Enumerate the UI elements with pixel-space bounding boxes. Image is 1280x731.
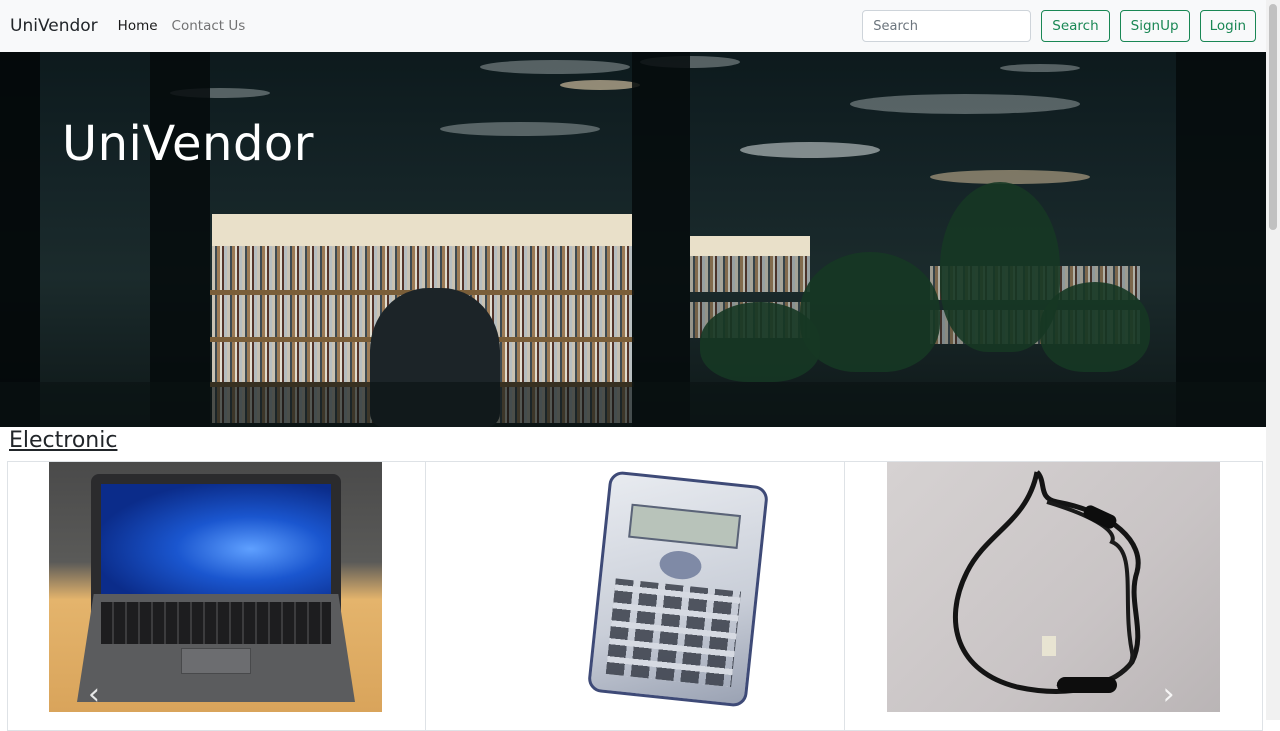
- nav-link-home[interactable]: Home: [118, 18, 158, 34]
- signup-button[interactable]: SignUp: [1119, 10, 1190, 42]
- top-navbar: UniVendor Home Contact Us Search SignUp …: [0, 0, 1266, 52]
- search-button[interactable]: Search: [1041, 10, 1110, 42]
- chevron-left-icon[interactable]: ‹: [88, 677, 100, 712]
- scrollbar-thumb[interactable]: [1269, 4, 1277, 230]
- search-input[interactable]: [862, 10, 1032, 42]
- page-scrollbar[interactable]: [1266, 0, 1280, 720]
- login-button[interactable]: Login: [1199, 10, 1256, 42]
- chevron-right-icon[interactable]: ›: [1163, 677, 1175, 712]
- product-carousel: ‹ ›: [7, 461, 1263, 731]
- brand-logo[interactable]: UniVendor: [10, 16, 98, 36]
- section-title-electronic[interactable]: Electronic: [9, 428, 117, 453]
- product-card[interactable]: [425, 461, 844, 731]
- product-card[interactable]: ‹: [7, 461, 426, 731]
- nav-link-contact-us[interactable]: Contact Us: [172, 18, 246, 34]
- product-card[interactable]: ›: [843, 461, 1263, 731]
- earphones-image[interactable]: [886, 462, 1220, 712]
- hero-title: UniVendor: [62, 116, 315, 172]
- navbar-actions: Search SignUp Login: [862, 10, 1256, 42]
- laptop-image[interactable]: [49, 462, 382, 712]
- calculator-image[interactable]: [470, 462, 804, 712]
- hero-banner: UniVendor: [0, 52, 1266, 427]
- hero-library-image: [0, 52, 1266, 427]
- earphones-graphic: [952, 470, 1141, 694]
